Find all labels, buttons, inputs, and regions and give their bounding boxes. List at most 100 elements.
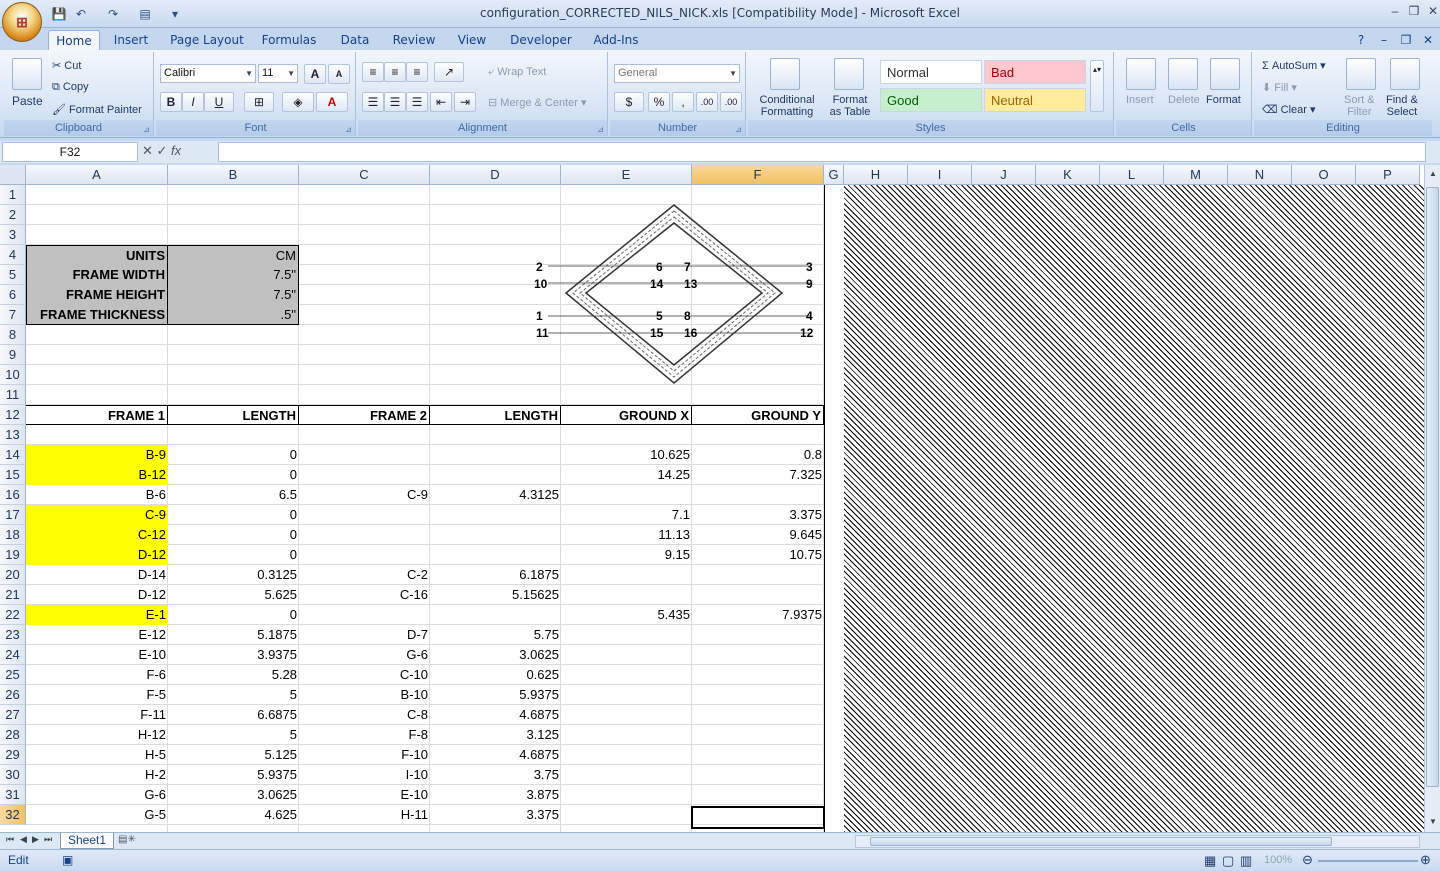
shrink-font-button[interactable]: A	[328, 64, 350, 84]
cell-e31[interactable]	[561, 785, 692, 805]
vertical-scrollbar[interactable]: ▲ ▼	[1424, 165, 1440, 832]
row-header[interactable]: 32	[0, 805, 26, 825]
row-header[interactable]: 31	[0, 785, 26, 805]
cell-a32[interactable]: G-5	[26, 805, 168, 825]
percent-button[interactable]: %	[648, 92, 670, 112]
row-header[interactable]: 8	[0, 325, 26, 345]
underline-button[interactable]: U	[204, 92, 234, 112]
cell-e21[interactable]	[561, 585, 692, 605]
cell-b21[interactable]: 5.625	[168, 585, 299, 605]
cell-a24[interactable]: E-10	[26, 645, 168, 665]
tab-review[interactable]: Review	[388, 30, 440, 50]
cell-d18[interactable]	[430, 525, 561, 545]
cell-b28[interactable]: 5	[168, 725, 299, 745]
horizontal-scrollbar[interactable]	[855, 835, 1420, 848]
merge-center-button[interactable]: ⊟ Merge & Center ▾	[488, 96, 587, 109]
cell-d14[interactable]	[430, 445, 561, 465]
column-header-i[interactable]: I	[908, 165, 972, 185]
cell-c30[interactable]: I-10	[299, 765, 430, 785]
cell-e25[interactable]	[561, 665, 692, 685]
cell-c19[interactable]	[299, 545, 430, 565]
cell-e23[interactable]	[561, 625, 692, 645]
page-break-view-icon[interactable]: ▥	[1240, 853, 1252, 869]
ribbon-minimize-icon[interactable]: –	[1376, 30, 1392, 50]
cell-d27[interactable]: 4.6875	[430, 705, 561, 725]
cell-f31[interactable]	[692, 785, 824, 805]
cell-b27[interactable]: 6.6875	[168, 705, 299, 725]
cell-f22[interactable]: 7.9375	[692, 605, 824, 625]
conditional-formatting-button[interactable]: Conditional Formatting	[758, 94, 816, 118]
cell-c24[interactable]: G-6	[299, 645, 430, 665]
last-sheet-icon[interactable]: ⏭	[44, 834, 52, 845]
tab-home[interactable]: Home	[48, 30, 100, 50]
prev-sheet-icon[interactable]: ◀	[20, 834, 27, 845]
insert-sheet-icon[interactable]: ▤✳	[118, 834, 142, 848]
column-header-a[interactable]: A	[26, 165, 168, 185]
cell-f23[interactable]	[692, 625, 824, 645]
row-header[interactable]: 26	[0, 685, 26, 705]
row-header[interactable]: 29	[0, 745, 26, 765]
row-header[interactable]: 17	[0, 505, 26, 525]
next-sheet-icon[interactable]: ▶	[32, 834, 39, 845]
first-sheet-icon[interactable]: ⏮	[6, 834, 14, 845]
cell-b6[interactable]: 7.5"	[168, 285, 299, 305]
row-header[interactable]: 6	[0, 285, 26, 305]
insert-cells-button[interactable]: Insert	[1126, 94, 1154, 106]
cell-d23[interactable]: 5.75	[430, 625, 561, 645]
cell-c23[interactable]: D-7	[299, 625, 430, 645]
page-layout-view-icon[interactable]: ▢	[1222, 853, 1234, 869]
row-header[interactable]: 11	[0, 385, 26, 405]
cell-d16[interactable]: 4.3125	[430, 485, 561, 505]
cell-c29[interactable]: F-10	[299, 745, 430, 765]
row-header[interactable]: 3	[0, 225, 26, 245]
cell-d32[interactable]: 3.375	[430, 805, 561, 825]
cell-e26[interactable]	[561, 685, 692, 705]
cell-c15[interactable]	[299, 465, 430, 485]
number-dialog-launcher-icon[interactable]: ⊿	[735, 125, 742, 134]
cancel-icon[interactable]: ✕	[142, 143, 157, 158]
decrease-indent-icon[interactable]: ⇤	[430, 92, 452, 112]
row-header[interactable]: 9	[0, 345, 26, 365]
column-header-n[interactable]: N	[1228, 165, 1292, 185]
row-header[interactable]: 20	[0, 565, 26, 585]
cell-a5[interactable]: FRAME WIDTH	[26, 265, 168, 285]
column-header-b[interactable]: B	[168, 165, 299, 185]
scroll-up-icon[interactable]: ▲	[1429, 169, 1437, 178]
cell-a20[interactable]: D-14	[26, 565, 168, 585]
cell-b7[interactable]: .5"	[168, 305, 299, 325]
close-button[interactable]: ✕	[1424, 3, 1440, 19]
cell-f12[interactable]: GROUND Y	[692, 405, 824, 425]
orientation-icon[interactable]: ↗	[434, 62, 464, 82]
cell-a21[interactable]: D-12	[26, 585, 168, 605]
row-header[interactable]: 13	[0, 425, 26, 445]
column-header-p[interactable]: P	[1356, 165, 1420, 185]
function-icon[interactable]: fx	[171, 143, 181, 158]
cell-f26[interactable]	[692, 685, 824, 705]
cell-a23[interactable]: E-12	[26, 625, 168, 645]
row-header[interactable]: 22	[0, 605, 26, 625]
sheet-tab-sheet1[interactable]: Sheet1	[60, 833, 114, 849]
cell-a25[interactable]: F-6	[26, 665, 168, 685]
column-header-m[interactable]: M	[1164, 165, 1228, 185]
scroll-down-icon[interactable]: ▼	[1429, 817, 1437, 826]
cell-c18[interactable]	[299, 525, 430, 545]
alignment-dialog-launcher-icon[interactable]: ⊿	[597, 125, 604, 134]
row-header[interactable]: 25	[0, 665, 26, 685]
cell-d17[interactable]	[430, 505, 561, 525]
row-header[interactable]: 24	[0, 645, 26, 665]
cell-a14[interactable]: B-9	[26, 445, 168, 465]
align-center-icon[interactable]: ☰	[384, 92, 406, 112]
format-as-table-button[interactable]: Format as Table	[824, 94, 876, 118]
column-header-h[interactable]: H	[844, 165, 908, 185]
vertical-scroll-thumb[interactable]	[1426, 187, 1439, 787]
cell-c31[interactable]: E-10	[299, 785, 430, 805]
delete-cells-icon[interactable]	[1168, 58, 1198, 90]
font-name-combo[interactable]: Calibri ▼	[160, 64, 256, 83]
align-bottom-icon[interactable]: ≡	[406, 62, 428, 82]
cell-b4[interactable]: CM	[168, 245, 299, 265]
paste-icon[interactable]	[12, 58, 42, 90]
cut-button[interactable]: ✂ Cut	[52, 59, 81, 72]
column-header-k[interactable]: K	[1036, 165, 1100, 185]
cell-c27[interactable]: C-8	[299, 705, 430, 725]
cell-f16[interactable]	[692, 485, 824, 505]
